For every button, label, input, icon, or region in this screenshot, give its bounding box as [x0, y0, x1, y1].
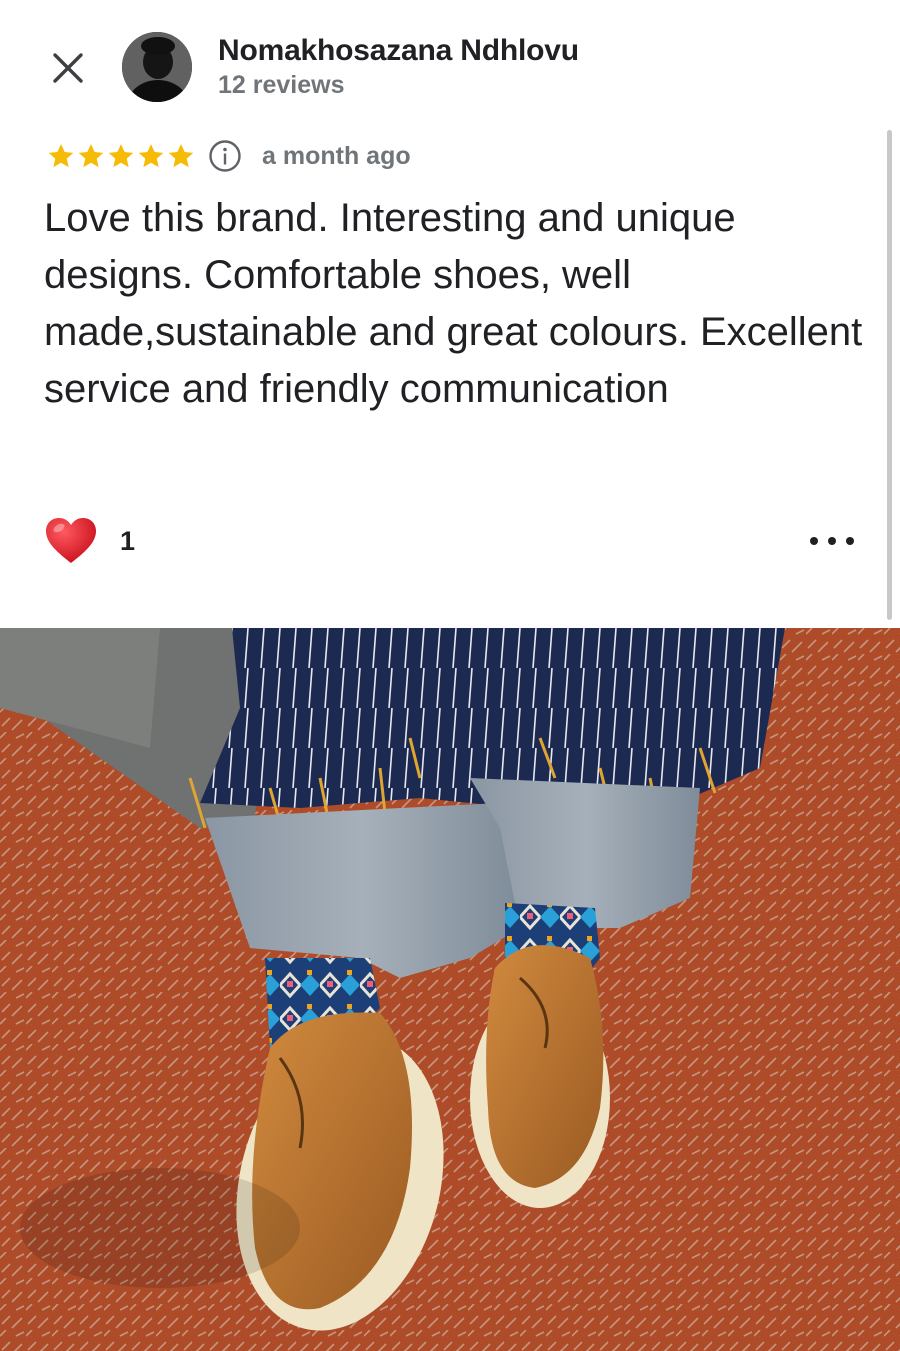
scrollbar[interactable]: [887, 130, 892, 620]
like-count: 1: [120, 525, 136, 556]
star-icon: [48, 144, 74, 168]
star-icon: [138, 144, 164, 168]
review-text: Love this brand. Interesting and unique …: [44, 196, 863, 411]
star-icon: [168, 144, 194, 168]
star-icon: [108, 144, 134, 168]
star-icon: [78, 144, 104, 168]
heart-icon: [46, 518, 96, 563]
more-options-button[interactable]: [810, 528, 854, 554]
review-time: a month ago: [262, 141, 411, 170]
avatar-image: [122, 32, 192, 102]
review-sheet: Nomakhosazana Ndhlovu 12 reviews a month…: [0, 0, 900, 628]
close-icon: [53, 53, 83, 83]
info-icon[interactable]: [208, 139, 242, 173]
like-button[interactable]: 1: [44, 514, 135, 568]
star-rating: [46, 141, 196, 171]
reviewer-name[interactable]: Nomakhosazana Ndhlovu: [218, 34, 579, 68]
more-options-icon: [810, 537, 818, 545]
review-count: 12 reviews: [218, 71, 345, 99]
review-photo[interactable]: [0, 628, 900, 1351]
review-photo-image: [0, 628, 900, 1351]
rating-row: a month ago: [46, 138, 411, 174]
close-button[interactable]: [46, 46, 90, 90]
avatar[interactable]: [122, 32, 192, 102]
